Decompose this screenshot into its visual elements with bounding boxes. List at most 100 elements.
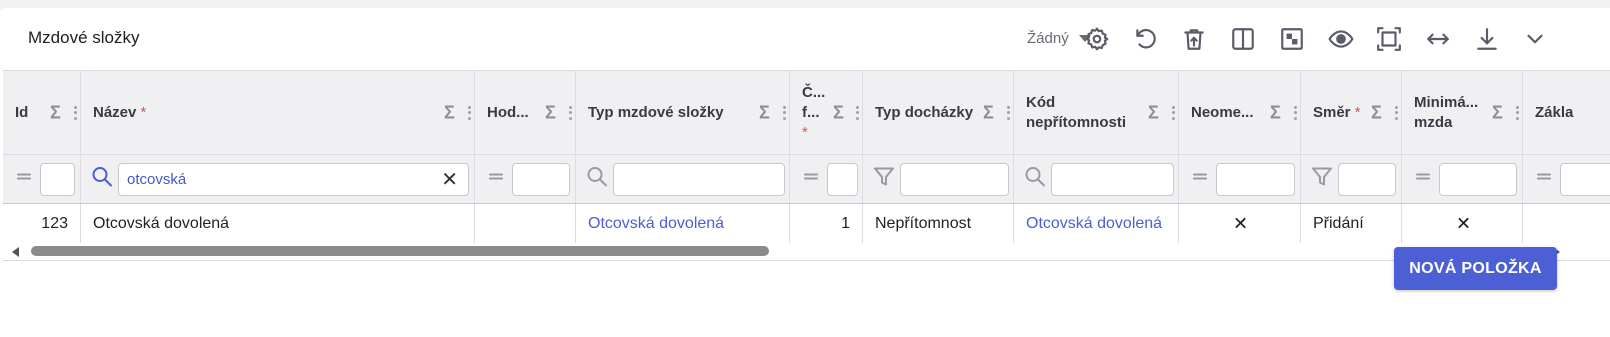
- typ-mzdove-slozky-link[interactable]: Otcovská dovolená: [588, 215, 724, 233]
- col-header-id[interactable]: Id Σ: [3, 71, 81, 154]
- grid-filter-row: otcovská ✕: [3, 155, 1610, 204]
- data-grid: Id Σ Název * Σ Hod... Σ Typ mzdové složk…: [3, 70, 1610, 260]
- column-menu-icon[interactable]: [1172, 105, 1175, 120]
- filter-cell-minimalni-mzda: [1402, 155, 1523, 203]
- grid-header-row: Id Σ Název * Σ Hod... Σ Typ mzdové složk…: [3, 71, 1610, 155]
- new-item-button[interactable]: NOVÁ POLOŽKA: [1394, 247, 1557, 290]
- column-menu-icon[interactable]: [1007, 105, 1010, 120]
- filter-cell-cislo: [790, 155, 863, 203]
- equals-icon[interactable]: [1191, 168, 1209, 191]
- filter-input-neomezene[interactable]: [1216, 163, 1295, 196]
- delete-filter-icon[interactable]: [1180, 25, 1208, 53]
- search-icon[interactable]: [91, 166, 113, 193]
- cell-smer: Přidání: [1301, 204, 1402, 244]
- filter-cell-typ-dochazky: [863, 155, 1014, 203]
- equals-icon[interactable]: [802, 168, 820, 191]
- chevron-down-icon[interactable]: [1521, 25, 1549, 53]
- scroll-left-icon[interactable]: [12, 247, 19, 257]
- sum-icon[interactable]: Σ: [833, 102, 844, 123]
- visibility-icon[interactable]: [1327, 25, 1355, 53]
- filter-input-smer[interactable]: [1338, 163, 1396, 196]
- sum-icon[interactable]: Σ: [545, 102, 556, 123]
- filter-cell-typ-mzdove-slozky: [576, 155, 790, 203]
- filter-funnel-icon[interactable]: [1311, 166, 1333, 193]
- filter-cell-neomezene: [1179, 155, 1301, 203]
- filter-input-minimalni-mzda[interactable]: [1439, 163, 1517, 196]
- equals-icon[interactable]: [1535, 168, 1553, 191]
- false-icon: ✕: [1233, 213, 1249, 234]
- sum-icon[interactable]: Σ: [1148, 102, 1159, 123]
- cell-id: 123: [3, 204, 81, 244]
- col-header-typ-dochazky[interactable]: Typ docházky Σ: [863, 71, 1014, 154]
- filter-cell-kod-nepritomnosti: [1014, 155, 1179, 203]
- column-menu-icon[interactable]: [468, 105, 471, 120]
- horizontal-scrollbar[interactable]: [3, 243, 1610, 260]
- filter-funnel-icon[interactable]: [873, 166, 895, 193]
- column-menu-icon[interactable]: [74, 105, 77, 120]
- col-header-minimalni-mzda[interactable]: Minimá... mzda Σ: [1402, 71, 1523, 154]
- equals-icon[interactable]: [15, 168, 33, 191]
- cell-typ-mzdove-slozky: Otcovská dovolená: [576, 204, 790, 244]
- panel-title: Mzdové složky: [28, 28, 140, 47]
- filter-input-nazev[interactable]: otcovská ✕: [118, 163, 469, 196]
- equals-icon[interactable]: [1414, 168, 1432, 191]
- sum-icon[interactable]: Σ: [759, 102, 770, 123]
- column-menu-icon[interactable]: [569, 105, 572, 120]
- filter-input-id[interactable]: [40, 163, 75, 196]
- filter-cell-smer: [1301, 155, 1402, 203]
- layout-icon[interactable]: [1278, 25, 1306, 53]
- fit-screen-icon[interactable]: [1375, 25, 1403, 53]
- cell-neomezene: ✕: [1179, 204, 1301, 244]
- table-row[interactable]: 123 Otcovská dovolená Otcovská dovolená …: [3, 204, 1610, 244]
- sum-icon[interactable]: Σ: [1270, 102, 1281, 123]
- view-select[interactable]: Žádný: [1027, 30, 1091, 47]
- filter-input-typ-dochazky[interactable]: [900, 163, 1009, 196]
- cell-hod: [475, 204, 576, 244]
- sum-icon[interactable]: Σ: [50, 102, 61, 123]
- column-menu-icon[interactable]: [1294, 105, 1297, 120]
- filter-input-zaklad[interactable]: [1560, 163, 1610, 196]
- column-menu-icon[interactable]: [1516, 105, 1519, 120]
- footer-divider: [3, 260, 1610, 261]
- sum-icon[interactable]: Σ: [983, 102, 994, 123]
- cell-kod-nepritomnosti: Otcovská dovolená: [1014, 204, 1179, 244]
- columns-icon[interactable]: [1229, 25, 1257, 53]
- filter-input-typ-mzdove-slozky[interactable]: [613, 163, 785, 196]
- sum-icon[interactable]: Σ: [444, 102, 455, 123]
- col-header-kod-nepritomnosti[interactable]: Kód nepřítomnosti Σ: [1014, 71, 1179, 154]
- filter-input-cislo[interactable]: [827, 163, 858, 196]
- col-header-nazev[interactable]: Název * Σ: [81, 71, 475, 154]
- sum-icon[interactable]: Σ: [1492, 102, 1503, 123]
- column-menu-icon[interactable]: [783, 105, 786, 120]
- cell-minimalni-mzda: ✕: [1402, 204, 1523, 244]
- view-select-value: Žádný: [1027, 30, 1069, 47]
- col-header-cislo[interactable]: Č... f... * Σ: [790, 71, 863, 154]
- search-icon[interactable]: [586, 166, 608, 193]
- column-menu-icon[interactable]: [1395, 105, 1398, 120]
- clear-icon[interactable]: ✕: [441, 170, 458, 190]
- col-header-zaklad[interactable]: Zákla: [1523, 71, 1610, 154]
- col-header-hod[interactable]: Hod... Σ: [475, 71, 576, 154]
- settings-icon[interactable]: [1083, 25, 1111, 53]
- filter-cell-zaklad: [1523, 155, 1610, 203]
- cell-cislo: 1: [790, 204, 863, 244]
- col-header-smer[interactable]: Směr * Σ: [1301, 71, 1402, 154]
- download-icon[interactable]: [1473, 25, 1501, 53]
- panel-header: Mzdové složky Žádný: [0, 8, 1610, 70]
- col-header-typ-mzdove-slozky[interactable]: Typ mzdové složky Σ: [576, 71, 790, 154]
- filter-input-hod[interactable]: [512, 163, 570, 196]
- column-menu-icon[interactable]: [856, 105, 859, 120]
- cell-nazev: Otcovská dovolená: [81, 204, 475, 244]
- filter-cell-id: [3, 155, 81, 203]
- filter-input-kod-nepritomnosti[interactable]: [1051, 163, 1174, 196]
- cell-zaklad: [1523, 204, 1610, 244]
- equals-icon[interactable]: [487, 168, 505, 191]
- reset-icon[interactable]: [1132, 25, 1160, 53]
- resize-width-icon[interactable]: [1424, 25, 1452, 53]
- filter-cell-hod: [475, 155, 576, 203]
- sum-icon[interactable]: Σ: [1371, 102, 1382, 123]
- search-icon[interactable]: [1024, 166, 1046, 193]
- kod-nepritomnosti-link[interactable]: Otcovská dovolená: [1026, 215, 1162, 233]
- col-header-neomezene[interactable]: Neome... Σ: [1179, 71, 1301, 154]
- scrollbar-thumb[interactable]: [31, 246, 769, 256]
